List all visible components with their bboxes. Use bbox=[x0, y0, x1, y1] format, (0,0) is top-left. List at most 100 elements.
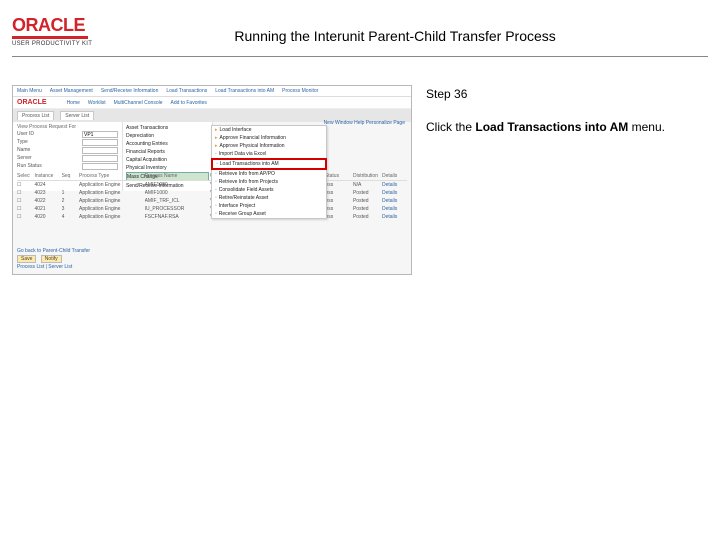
breadcrumb-item[interactable]: Send/Receive Information bbox=[101, 88, 159, 94]
col-pname: Process Name bbox=[145, 173, 207, 179]
cell-seq: 3 bbox=[62, 206, 75, 212]
input-type[interactable] bbox=[82, 139, 118, 146]
cell-instance: 4023 bbox=[34, 190, 57, 196]
input-run-status[interactable] bbox=[82, 163, 118, 170]
cell-dstat: Posted bbox=[353, 206, 378, 212]
label-run-status: Run Status bbox=[17, 163, 42, 170]
flyout-item[interactable]: Import Data via Excel bbox=[212, 150, 326, 158]
header-divider bbox=[12, 56, 708, 57]
return-link[interactable]: Go back to Parent-Child Transfer bbox=[17, 248, 90, 254]
col-details: Details bbox=[382, 173, 407, 179]
cell-dstat: N/A bbox=[353, 182, 378, 188]
cell-select[interactable]: ☐ bbox=[17, 198, 30, 204]
label-type: Type bbox=[17, 139, 28, 146]
nav-item[interactable]: Capital Acquisition bbox=[126, 156, 209, 163]
instruction-target: Load Transactions into AM bbox=[475, 120, 628, 134]
flyout-item[interactable]: Retrieve Info from Projects bbox=[212, 178, 326, 186]
flyout-item[interactable]: Receive Group Asset bbox=[212, 210, 326, 218]
cell-ptype: Application Engine bbox=[79, 182, 141, 188]
oracle-logo: ORACLE bbox=[12, 16, 85, 34]
flyout-item-highlighted[interactable]: Load Transactions into AM bbox=[211, 158, 327, 170]
instruction-prefix: Click the bbox=[426, 120, 475, 134]
logo-block: ORACLE USER PRODUCTIVITY KIT bbox=[12, 16, 92, 47]
cell-ptype: Application Engine bbox=[79, 198, 141, 204]
instruction-text: Click the Load Transactions into AM menu… bbox=[426, 119, 708, 135]
nav-item[interactable]: Asset Transactions bbox=[126, 124, 209, 131]
breadcrumb-item[interactable]: Main Menu bbox=[17, 88, 42, 94]
link-worklist[interactable]: Worklist bbox=[88, 100, 106, 106]
tab-server-list[interactable]: Server List bbox=[60, 111, 94, 120]
cell-details[interactable]: Details bbox=[382, 198, 407, 204]
cell-dstat: Posted bbox=[353, 198, 378, 204]
filter-title: View Process Request For bbox=[17, 124, 118, 130]
logo-underline bbox=[12, 36, 88, 39]
cell-dstat: Posted bbox=[353, 190, 378, 196]
link-fav[interactable]: Add to Favorites bbox=[171, 100, 207, 106]
flyout-item[interactable]: Retire/Reinstate Asset bbox=[212, 194, 326, 202]
label-user-id: User ID bbox=[17, 131, 34, 138]
flyout-item[interactable]: Retrieve Info from AP/PO bbox=[212, 170, 326, 178]
cell-pname: FSCFNAF.RSA bbox=[145, 214, 207, 220]
cell-pname: AMIF1000 bbox=[145, 190, 207, 196]
cell-pname: AMIF_TRF_ICL bbox=[145, 198, 207, 204]
step-label: Step 36 bbox=[426, 87, 708, 101]
cell-ptype: Application Engine bbox=[79, 206, 141, 212]
save-button[interactable]: Save bbox=[17, 255, 36, 263]
link-mcc[interactable]: MultiChannel Console bbox=[114, 100, 163, 106]
input-name[interactable] bbox=[82, 147, 118, 154]
col-instance: Instance bbox=[34, 173, 57, 179]
cell-seq: 2 bbox=[62, 198, 75, 204]
cell-seq: 4 bbox=[62, 214, 75, 220]
flyout-item[interactable]: Approve Financial Information bbox=[212, 134, 326, 142]
cell-instance: 4020 bbox=[34, 214, 57, 220]
breadcrumb-item[interactable]: Process Monitor bbox=[282, 88, 318, 94]
flyout-item[interactable]: Consolidate Field Assets bbox=[212, 186, 326, 194]
link-home[interactable]: Home bbox=[67, 100, 80, 106]
flyout-item[interactable]: Approve Physical Information bbox=[212, 142, 326, 150]
cell-instance: 4024 bbox=[34, 182, 57, 188]
screenshot-footer: Go back to Parent-Child Transfer Save No… bbox=[17, 248, 90, 270]
breadcrumb: Main Menu Asset Management Send/Receive … bbox=[13, 86, 411, 97]
cell-pname: IU_PROCESSOR bbox=[145, 206, 207, 212]
cell-details[interactable]: Details bbox=[382, 182, 407, 188]
inner-brand-bar: ORACLE Home Worklist MultiChannel Consol… bbox=[13, 97, 411, 109]
breadcrumb-item[interactable]: Asset Management bbox=[50, 88, 93, 94]
cell-instance: 4022 bbox=[34, 198, 57, 204]
input-server[interactable] bbox=[82, 155, 118, 162]
flyout-item[interactable]: Interface Project bbox=[212, 202, 326, 210]
cell-select[interactable]: ☐ bbox=[17, 206, 30, 212]
cell-details[interactable]: Details bbox=[382, 190, 407, 196]
col-seq: Seq bbox=[62, 173, 75, 179]
instruction-suffix: menu. bbox=[628, 120, 665, 134]
inner-oracle-logo: ORACLE bbox=[17, 99, 47, 106]
bottom-tab-links[interactable]: Process List | Server List bbox=[17, 264, 90, 270]
footer-buttons: Save Notify bbox=[17, 256, 90, 262]
breadcrumb-item[interactable]: Load Transactions bbox=[166, 88, 207, 94]
cell-select[interactable]: ☐ bbox=[17, 214, 30, 220]
flyout-item[interactable]: Load Interface bbox=[212, 126, 326, 134]
col-dstat: Distribution Status bbox=[353, 173, 378, 179]
cell-dstat: Posted bbox=[353, 214, 378, 220]
notify-button[interactable]: Notify bbox=[41, 255, 62, 263]
global-links: Home Worklist MultiChannel Console Add t… bbox=[67, 100, 207, 106]
nav-item[interactable]: Accounting Entries bbox=[126, 140, 209, 147]
input-user-id[interactable] bbox=[82, 131, 118, 138]
nav-item[interactable]: Financial Reports bbox=[126, 148, 209, 155]
breadcrumb-item[interactable]: Load Transactions into AM bbox=[215, 88, 274, 94]
cell-instance: 4021 bbox=[34, 206, 57, 212]
cell-select[interactable]: ☐ bbox=[17, 190, 30, 196]
label-server: Server bbox=[17, 155, 32, 162]
cell-details[interactable]: Details bbox=[382, 214, 407, 220]
cell-details[interactable]: Details bbox=[382, 206, 407, 212]
nav-item[interactable]: Depreciation bbox=[126, 132, 209, 139]
header: ORACLE USER PRODUCTIVITY KIT Running the… bbox=[0, 0, 720, 56]
product-line: USER PRODUCTIVITY KIT bbox=[12, 41, 92, 47]
cell-select[interactable]: ☐ bbox=[17, 182, 30, 188]
instruction-pane: Step 36 Click the Load Transactions into… bbox=[426, 85, 708, 275]
content-row: Main Menu Asset Management Send/Receive … bbox=[0, 65, 720, 275]
cell-ptype: Application Engine bbox=[79, 190, 141, 196]
nav-item[interactable]: Physical Inventory bbox=[126, 164, 209, 171]
tab-process-list[interactable]: Process List bbox=[17, 111, 54, 120]
cell-seq: 1 bbox=[62, 190, 75, 196]
cell-ptype: Application Engine bbox=[79, 214, 141, 220]
